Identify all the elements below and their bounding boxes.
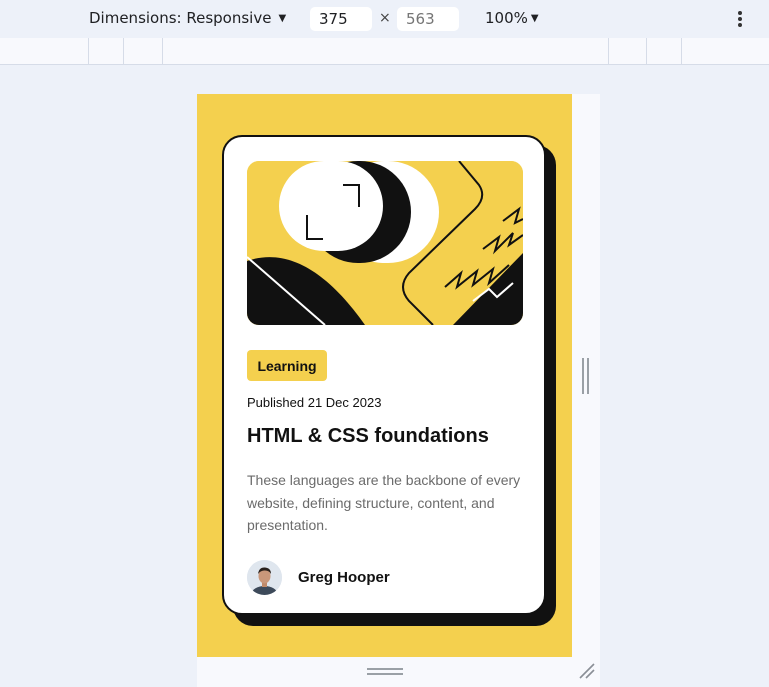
resize-corner-icon[interactable] <box>578 662 596 680</box>
category-tag[interactable]: Learning <box>247 350 327 381</box>
card-illustration <box>247 161 523 325</box>
zoom-label: 100% <box>485 9 528 27</box>
device-toolbar: Dimensions: Responsive ▼ × 100% ▼ <box>0 0 769 38</box>
author-name: Greg Hooper <box>298 569 390 586</box>
zoom-dropdown[interactable]: 100% ▼ <box>485 9 539 27</box>
more-options-icon[interactable] <box>733 9 747 29</box>
bottom-resize-handle[interactable] <box>367 668 403 676</box>
dimensions-caret-icon: ▼ <box>278 12 287 24</box>
published-date: Published 21 Dec 2023 <box>247 395 382 410</box>
author-avatar <box>247 560 282 595</box>
right-resize-handle[interactable] <box>582 358 590 394</box>
dimensions-dropdown[interactable]: Dimensions: Responsive ▼ <box>89 9 286 27</box>
viewport-right-edge <box>572 94 600 657</box>
blog-preview-card: Learning Published 21 Dec 2023 HTML & CS… <box>222 135 546 615</box>
width-input[interactable] <box>310 7 372 31</box>
device-viewport: Learning Published 21 Dec 2023 HTML & CS… <box>197 94 572 657</box>
card-description: These languages are the backbone of ever… <box>247 472 521 533</box>
dimensions-label: Dimensions: Responsive <box>89 9 272 27</box>
height-input[interactable] <box>397 7 459 31</box>
zoom-caret-icon: ▼ <box>530 12 539 24</box>
times-symbol: × <box>379 10 391 26</box>
card-title[interactable]: HTML & CSS foundations <box>247 425 489 448</box>
viewport-bottom-edge <box>197 657 600 687</box>
media-query-bar[interactable] <box>0 38 769 65</box>
